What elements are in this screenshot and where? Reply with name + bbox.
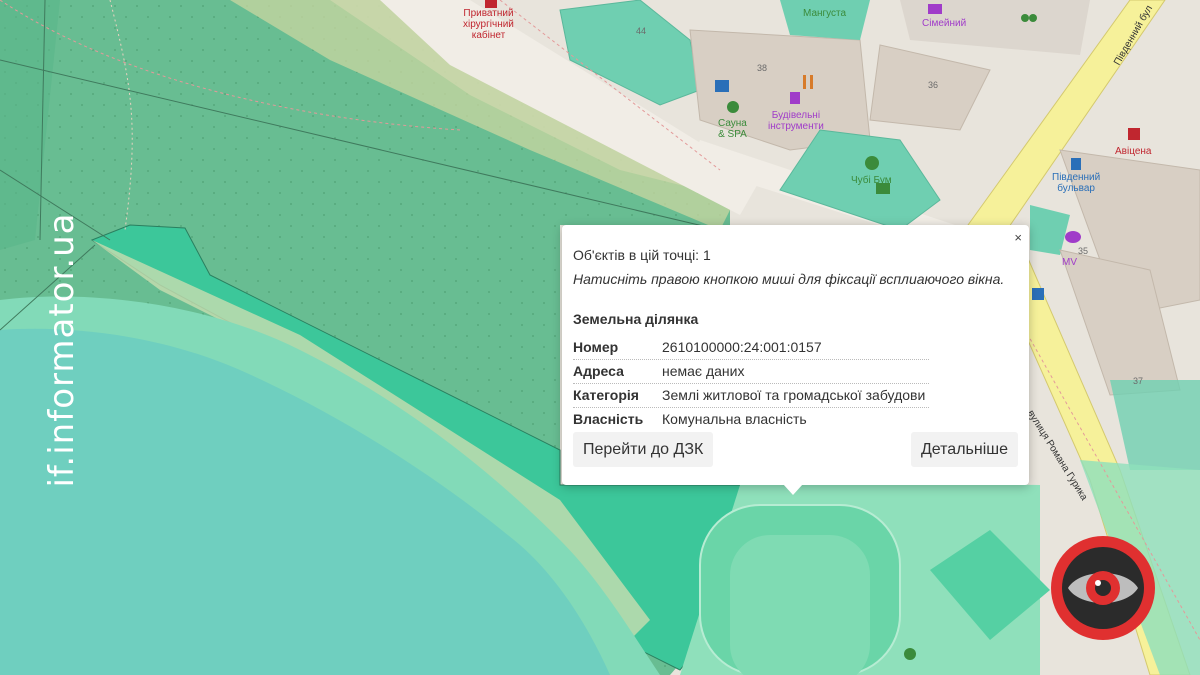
label-num-38: 38 (757, 63, 768, 73)
clinic-icon[interactable] (485, 0, 497, 8)
label-line: кабінет (471, 30, 506, 41)
row-value: Землі житлової та громадської забудови (662, 387, 926, 403)
info-row-category: Категорія Землі житлової та громадської … (573, 383, 929, 408)
sport-icon[interactable] (904, 648, 916, 660)
label-mv: MV (1062, 257, 1077, 268)
stadium-field (730, 535, 870, 675)
label-line: Приватний (463, 8, 514, 19)
playground-icon[interactable] (865, 156, 879, 170)
row-value: немає даних (662, 363, 745, 379)
label-avitsena: Авіцена (1115, 146, 1152, 157)
mv-icon[interactable] (1065, 231, 1081, 243)
row-key: Категорія (573, 387, 639, 403)
label-line: & SPA (718, 129, 747, 140)
section-title: Земельна ділянка (573, 311, 699, 327)
row-key: Власність (573, 411, 644, 427)
label-num-44: 44 (636, 26, 647, 36)
row-value: 2610100000:24:001:0157 (662, 339, 822, 355)
label-num-35: 35 (1078, 246, 1089, 256)
close-icon[interactable]: × (1014, 230, 1022, 245)
row-key: Адреса (573, 363, 624, 379)
details-button[interactable]: Детальніше (910, 432, 1018, 467)
label-line: Південний (1052, 172, 1101, 183)
label-stop-pivdennyi: Південний бульвар (1052, 172, 1100, 194)
label-line: хірургічний (463, 19, 514, 30)
label-chubi-bum: Чубі Бум (851, 175, 892, 186)
row-key: Номер (573, 339, 619, 355)
eye-logo-icon (1051, 536, 1155, 640)
label-mangusta: Мангуста (803, 8, 847, 19)
hotel-icon[interactable] (715, 80, 729, 92)
label-num-36: 36 (928, 80, 939, 90)
info-row-ownership: Власність Комунальна власність (573, 407, 929, 431)
label-building-tools: Будівельні інструменти (768, 110, 824, 132)
label-line: Будівельні (771, 110, 821, 121)
watermark: if.informator.ua (38, 195, 86, 505)
parking-icon[interactable] (1032, 288, 1044, 300)
info-row-address: Адреса немає даних (573, 359, 929, 384)
building-mangusta (780, 0, 870, 40)
objects-count: Об'єктів в цій точці: 1 (573, 247, 711, 263)
label-num-37: 37 (1133, 376, 1144, 386)
sauna-icon[interactable] (727, 101, 739, 113)
label-simeinyi: Сімейний (922, 18, 967, 29)
label-private-clinic: Приватний хірургічний кабінет (463, 8, 514, 41)
label-line: бульвар (1057, 183, 1095, 194)
pharmacy-icon[interactable] (1128, 128, 1140, 140)
row-value: Комунальна власність (662, 411, 807, 427)
popup-pointer (783, 484, 803, 495)
basket-icon[interactable] (928, 4, 942, 14)
popup-hint: Натисніть правою кнопкою миші для фіксац… (573, 271, 1005, 287)
label-sauna: Сауна & SPA (718, 118, 747, 140)
label-line: інструменти (768, 121, 824, 132)
bus-stop-icon[interactable] (1071, 158, 1081, 170)
watermark-text: if.informator.ua (42, 212, 82, 488)
label-line: Сауна (718, 118, 747, 129)
info-row-number: Номер 2610100000:24:001:0157 (573, 335, 929, 360)
go-to-dzk-button[interactable]: Перейти до ДЗК (573, 432, 714, 467)
tools-icon[interactable] (790, 92, 800, 104)
parcel-popup: × Об'єктів в цій точці: 1 Натисніть прав… (562, 225, 1029, 485)
